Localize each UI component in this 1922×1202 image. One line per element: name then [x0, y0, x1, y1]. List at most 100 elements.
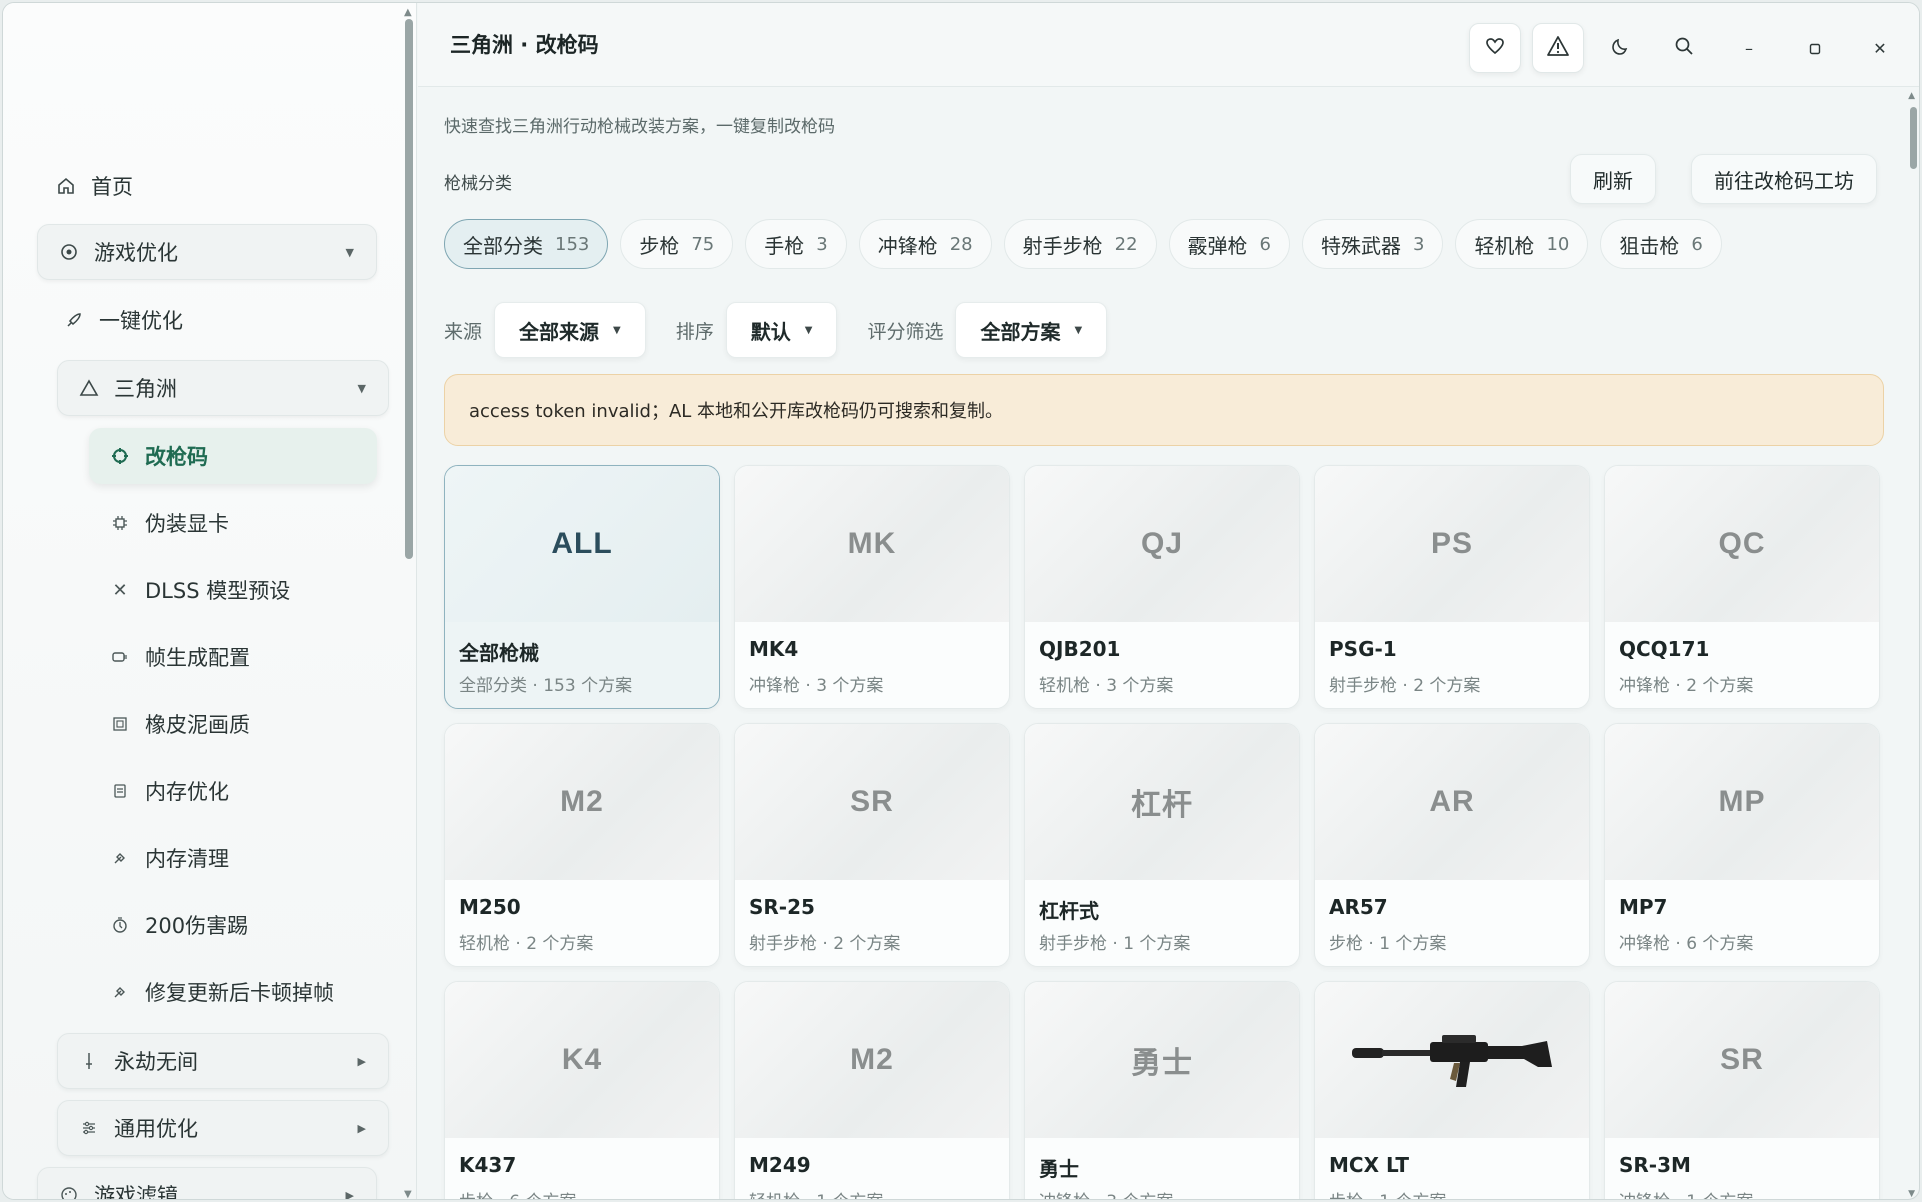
app-window: 首页 游戏优化 ▼ 一键优化 三角洲 ▼ 改枪码 伪装显卡 ✕ DLSS 模型预…: [2, 2, 1920, 1200]
chip-rifle[interactable]: 步枪 75: [620, 219, 734, 269]
sidebar-item-fake-gpu[interactable]: 伪装显卡: [89, 495, 377, 551]
search-button[interactable]: [1658, 23, 1710, 73]
chevron-down-icon: ▼: [345, 245, 354, 259]
x-icon: ✕: [112, 579, 128, 601]
chip-lmg[interactable]: 轻机枪 10: [1455, 219, 1589, 269]
weapon-card[interactable]: 杠杆 杠杆式 射手步枪 · 1 个方案: [1024, 723, 1300, 967]
sort-select[interactable]: 默认 ▼: [725, 302, 838, 358]
chevron-down-icon: ▼: [1074, 324, 1083, 336]
main-scrollbar[interactable]: [1910, 107, 1917, 169]
source-select[interactable]: 全部来源 ▼: [494, 302, 646, 358]
card-meta: 冲锋枪 · 2 个方案: [1619, 676, 1754, 696]
chip-smg[interactable]: 冲锋枪 28: [858, 219, 992, 269]
timer-icon: [109, 914, 131, 936]
chip-count: 3: [816, 233, 828, 255]
sidebar-item-clay-quality[interactable]: 橡皮泥画质: [89, 696, 377, 752]
weapon-card[interactable]: QC QCQ171 冲锋枪 · 2 个方案: [1604, 465, 1880, 709]
sidebar-item-general-opt[interactable]: 通用优化 ▶: [57, 1100, 389, 1156]
chip-label: 轻机枪: [1474, 233, 1535, 258]
sidebar-item-200-kick[interactable]: 200伤害踢: [89, 897, 377, 953]
close-button[interactable]: ✕: [1854, 23, 1906, 73]
card-name: K437: [459, 1153, 517, 1177]
favorite-button[interactable]: [1469, 23, 1521, 73]
chip-label: 特殊武器: [1320, 233, 1401, 258]
report-button[interactable]: [1532, 23, 1584, 73]
card-meta: 全部分类 · 153 个方案: [459, 676, 633, 696]
sidebar-item-memory-clean[interactable]: 内存清理: [89, 830, 377, 886]
sidebar-item-label: 改枪码: [145, 445, 208, 469]
weapon-card[interactable]: MP MP7 冲锋枪 · 6 个方案: [1604, 723, 1880, 967]
sidebar-item-label: 通用优化: [114, 1117, 198, 1141]
weapon-card[interactable]: SR SR-25 射手步枪 · 2 个方案: [734, 723, 1010, 967]
sidebar-item-home[interactable]: 首页: [35, 158, 375, 214]
sidebar-item-delta[interactable]: 三角洲 ▼: [57, 360, 389, 416]
sidebar-item-fix-stutter[interactable]: 修复更新后卡顿掉帧: [89, 964, 377, 1020]
maximize-icon: [1809, 36, 1821, 60]
weapon-card[interactable]: QJ QJB201 轻机枪 · 3 个方案: [1024, 465, 1300, 709]
sidebar-item-label: 游戏滤镜: [94, 1184, 178, 1200]
sidebar-item-frame-gen[interactable]: 帧生成配置: [89, 629, 377, 685]
weapon-card[interactable]: M2 M250 轻机枪 · 2 个方案: [444, 723, 720, 967]
chip-count: 153: [555, 233, 590, 255]
sidebar-item-game-optimize[interactable]: 游戏优化 ▼: [37, 224, 377, 280]
sidebar-item-label: 橡皮泥画质: [145, 713, 250, 737]
chip-all[interactable]: 全部分类 153: [444, 219, 609, 269]
chip-label: 霰弹枪: [1187, 233, 1248, 258]
weapon-card[interactable]: AR AR57 步枪 · 1 个方案: [1314, 723, 1590, 967]
heart-icon: [1485, 36, 1505, 61]
main-scroll-up-arrow[interactable]: ▲: [1908, 91, 1915, 101]
sidebar-item-memory-opt[interactable]: 内存优化: [89, 763, 377, 819]
sidebar-item-label: 三角洲: [114, 377, 177, 401]
sidebar-item-game-filter[interactable]: 游戏滤镜 ▶: [37, 1167, 377, 1200]
triangle-icon: [78, 377, 100, 399]
chip-sniper[interactable]: 狙击枪 6: [1600, 219, 1722, 269]
card-meta: 轻机枪 · 3 个方案: [1039, 676, 1174, 696]
weapon-card[interactable]: MK MK4 冲锋枪 · 3 个方案: [734, 465, 1010, 709]
sidebar-item-label: 一键优化: [99, 309, 183, 333]
moon-icon: [1611, 36, 1631, 61]
rating-select[interactable]: 全部方案 ▼: [955, 302, 1108, 358]
chevron-down-icon: ▼: [357, 381, 366, 395]
maximize-button[interactable]: [1789, 23, 1841, 73]
weapon-card[interactable]: ALL 全部枪械 全部分类 · 153 个方案: [444, 465, 720, 709]
card-thumb: MP: [1605, 724, 1879, 880]
minimize-button[interactable]: –: [1723, 23, 1775, 73]
chip-shotgun[interactable]: 霰弹枪 6: [1168, 219, 1290, 269]
chip-label: 步枪: [639, 233, 680, 258]
scroll-up-arrow[interactable]: ▲: [404, 7, 412, 18]
chevron-down-icon: ▼: [613, 324, 621, 336]
weapon-card[interactable]: M2 M249 轻机枪 · 1 个方案: [734, 981, 1010, 1199]
weapon-card[interactable]: PS PSG-1 射手步枪 · 2 个方案: [1314, 465, 1590, 709]
card-thumb: MK: [735, 466, 1009, 622]
card-thumb: K4: [445, 982, 719, 1138]
sidebar-item-one-click[interactable]: 一键优化: [43, 292, 373, 348]
weapon-card[interactable]: MCX LT 步枪 · 1 个方案: [1314, 981, 1590, 1199]
theme-toggle-button[interactable]: [1595, 23, 1647, 73]
chevron-right-icon: ▶: [357, 1121, 366, 1135]
chip-special[interactable]: 特殊武器 3: [1301, 219, 1444, 269]
scroll-down-arrow[interactable]: ▼: [404, 1189, 412, 1199]
sidebar-item-naraka[interactable]: 永劫无间 ▶: [57, 1033, 389, 1089]
card-meta: 射手步枪 · 1 个方案: [1039, 934, 1191, 954]
sidebar-item-label: DLSS 模型预设: [145, 579, 291, 603]
workshop-button[interactable]: 前往改枪码工坊: [1691, 154, 1877, 204]
card-name: MK4: [749, 637, 799, 661]
sidebar-scrollbar[interactable]: [405, 19, 413, 559]
sidebar-item-label: 伪装显卡: [145, 512, 229, 536]
weapon-card[interactable]: 勇士勇士冲锋枪 · 3 个方案: [1024, 981, 1300, 1199]
sidebar-item-gun-code[interactable]: 改枪码: [89, 428, 377, 484]
category-chips: 全部分类 153 步枪 75 手枪 3 冲锋枪 28 射手步枪 22 霰弹枪 6 特殊武器 3…: [444, 219, 1722, 269]
chip-pistol[interactable]: 手枪 3: [745, 219, 847, 269]
chip-dmr[interactable]: 射手步枪 22: [1003, 219, 1157, 269]
close-icon: ✕: [1873, 38, 1887, 58]
rifle-image: [1352, 1035, 1552, 1087]
sidebar-item-dlss[interactable]: ✕ DLSS 模型预设: [89, 562, 377, 618]
card-name: 杠杆式: [1039, 899, 1099, 923]
card-name: PSG-1: [1329, 637, 1397, 661]
refresh-button[interactable]: 刷新: [1570, 154, 1656, 204]
weapon-card[interactable]: K4 K437 步枪 · 6 个方案: [444, 981, 720, 1199]
main-scroll-down-arrow[interactable]: ▼: [1908, 1189, 1915, 1199]
weapon-card[interactable]: SR SR-3M 冲锋枪 · 1 个方案: [1604, 981, 1880, 1199]
card-thumb: QJ: [1025, 466, 1299, 622]
card-name: QJB201: [1039, 637, 1121, 661]
